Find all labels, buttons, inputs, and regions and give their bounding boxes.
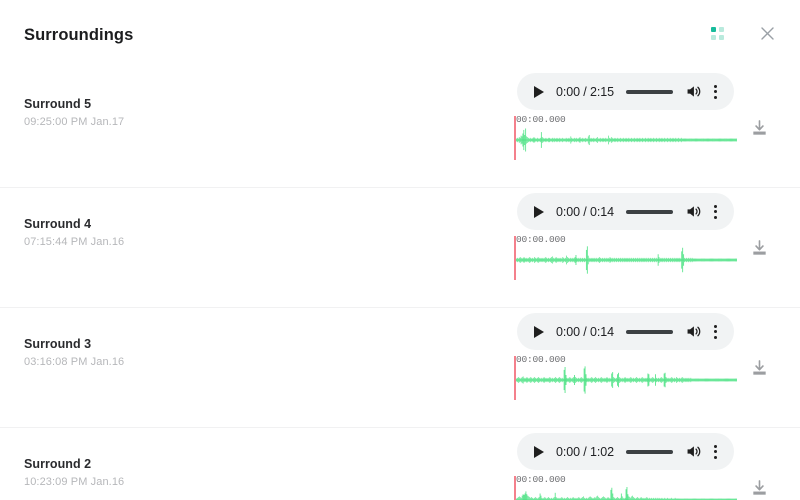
audio-more-menu-button[interactable] bbox=[707, 82, 723, 102]
close-button[interactable] bbox=[752, 18, 782, 48]
audio-progress-slider[interactable] bbox=[625, 209, 673, 214]
kebab-menu-icon bbox=[713, 335, 717, 339]
waveform[interactable]: 00:00.000 bbox=[513, 234, 743, 280]
kebab-menu-icon bbox=[713, 215, 717, 219]
audio-more-menu-button[interactable] bbox=[707, 202, 723, 222]
volume-button[interactable] bbox=[683, 82, 703, 102]
recording-name: Surround 5 bbox=[24, 97, 92, 111]
play-button[interactable] bbox=[530, 83, 548, 101]
recording-meta: Surround 4 07:15:44 PM Jan.16 bbox=[24, 216, 124, 250]
recording-meta: Surround 5 09:25:00 PM Jan.17 bbox=[24, 96, 124, 130]
kebab-menu-icon bbox=[713, 330, 717, 333]
close-icon bbox=[760, 26, 774, 40]
waveform-time-label: 00:00.000 bbox=[516, 474, 566, 485]
play-icon bbox=[534, 85, 544, 98]
audio-player[interactable]: 0:00 / 1:02 bbox=[517, 433, 734, 470]
kebab-menu-icon bbox=[713, 210, 717, 213]
table-row[interactable]: Surround 2 10:23:09 PM Jan.16 0:00 / 1:0… bbox=[0, 428, 800, 500]
download-button[interactable] bbox=[747, 236, 771, 260]
waveform-time-label: 00:00.000 bbox=[516, 114, 566, 125]
grid-dots-button[interactable] bbox=[702, 18, 732, 48]
volume-button[interactable] bbox=[683, 202, 703, 222]
waveform-time-label: 00:00.000 bbox=[516, 234, 566, 245]
kebab-menu-icon bbox=[713, 444, 717, 448]
recording-meta: Surround 3 03:16:08 PM Jan.16 bbox=[24, 336, 124, 370]
volume-icon bbox=[687, 206, 700, 217]
table-row[interactable]: Surround 5 09:25:00 PM Jan.17 0:00 / 2:1… bbox=[0, 68, 800, 188]
download-button[interactable] bbox=[747, 476, 771, 500]
play-icon bbox=[534, 325, 544, 338]
waveform[interactable]: 00:00.000 bbox=[513, 114, 743, 160]
volume-icon bbox=[687, 86, 700, 97]
table-row[interactable]: Surround 3 03:16:08 PM Jan.16 0:00 / 0:1… bbox=[0, 308, 800, 428]
download-icon bbox=[752, 359, 766, 375]
audio-player[interactable]: 0:00 / 0:14 bbox=[517, 193, 734, 230]
window-header: Surroundings bbox=[0, 0, 800, 68]
play-button[interactable] bbox=[530, 443, 548, 461]
download-icon bbox=[752, 239, 766, 255]
play-button[interactable] bbox=[530, 203, 548, 221]
kebab-menu-icon bbox=[713, 455, 717, 459]
waveform-time-label: 00:00.000 bbox=[516, 354, 566, 365]
audio-time-display: 0:00 / 2:15 bbox=[556, 84, 614, 99]
volume-icon bbox=[687, 326, 700, 337]
kebab-menu-icon bbox=[713, 95, 717, 99]
waveform[interactable]: 00:00.000 bbox=[513, 474, 743, 500]
download-icon bbox=[752, 479, 766, 495]
recording-timestamp: 09:25:00 PM Jan.17 bbox=[24, 116, 125, 128]
download-button[interactable] bbox=[747, 356, 771, 380]
page-title: Surroundings bbox=[24, 25, 134, 44]
recording-timestamp: 03:16:08 PM Jan.16 bbox=[24, 356, 125, 368]
volume-icon bbox=[687, 446, 700, 457]
recording-name: Surround 3 bbox=[24, 337, 92, 351]
table-row[interactable]: Surround 4 07:15:44 PM Jan.16 0:00 / 0:1… bbox=[0, 188, 800, 308]
audio-time-display: 0:00 / 1:02 bbox=[556, 444, 614, 459]
recording-meta: Surround 2 10:23:09 PM Jan.16 bbox=[24, 456, 124, 490]
kebab-menu-icon bbox=[713, 450, 717, 453]
recording-timestamp: 07:15:44 PM Jan.16 bbox=[24, 236, 125, 248]
audio-progress-slider[interactable] bbox=[625, 449, 673, 454]
audio-more-menu-button[interactable] bbox=[707, 322, 723, 342]
waveform[interactable]: 00:00.000 bbox=[513, 354, 743, 400]
audio-player[interactable]: 0:00 / 2:15 bbox=[517, 73, 734, 110]
kebab-menu-icon bbox=[713, 84, 717, 88]
volume-button[interactable] bbox=[683, 442, 703, 462]
audio-player[interactable]: 0:00 / 0:14 bbox=[517, 313, 734, 350]
play-icon bbox=[534, 205, 544, 218]
kebab-menu-icon bbox=[713, 324, 717, 328]
download-icon bbox=[752, 119, 766, 135]
volume-button[interactable] bbox=[683, 322, 703, 342]
recordings-list[interactable]: Surround 5 09:25:00 PM Jan.17 0:00 / 2:1… bbox=[0, 68, 800, 500]
recording-name: Surround 2 bbox=[24, 457, 92, 471]
kebab-menu-icon bbox=[713, 204, 717, 208]
audio-progress-slider[interactable] bbox=[625, 329, 673, 334]
download-button[interactable] bbox=[747, 116, 771, 140]
kebab-menu-icon bbox=[713, 90, 717, 93]
play-icon bbox=[534, 445, 544, 458]
play-button[interactable] bbox=[530, 323, 548, 341]
recording-name: Surround 4 bbox=[24, 217, 92, 231]
audio-time-display: 0:00 / 0:14 bbox=[556, 324, 614, 339]
header-actions bbox=[702, 18, 782, 48]
recording-timestamp: 10:23:09 PM Jan.16 bbox=[24, 476, 125, 488]
audio-progress-slider[interactable] bbox=[625, 89, 673, 94]
audio-time-display: 0:00 / 0:14 bbox=[556, 204, 614, 219]
grid-dots-icon bbox=[710, 26, 724, 40]
audio-more-menu-button[interactable] bbox=[707, 442, 723, 462]
